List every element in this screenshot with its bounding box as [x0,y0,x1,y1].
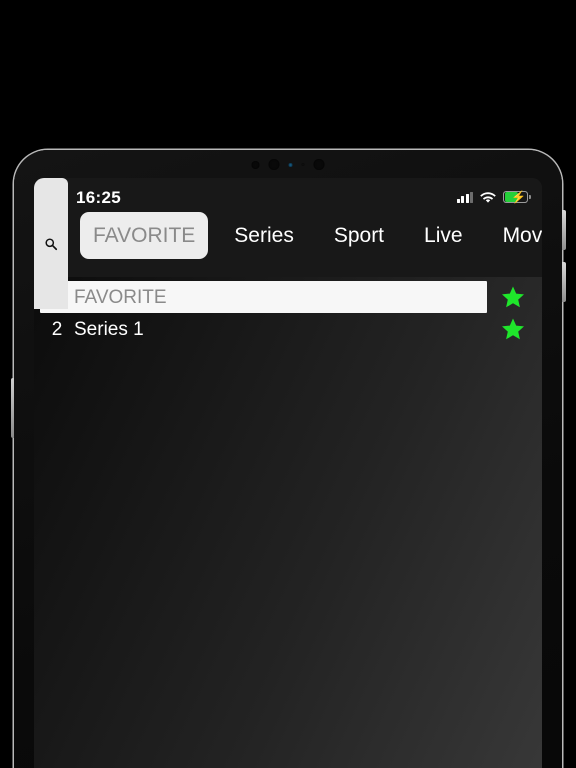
device-frame: 16:25 ⚡ FAVORITE Series Sport Live Mov F… [10,150,566,768]
power-button[interactable] [10,378,14,438]
cellular-bars-icon [457,191,473,203]
camera-sensor-array [251,159,325,170]
tab-live[interactable]: Live [404,225,483,246]
screenshot-root: 16:25 ⚡ FAVORITE Series Sport Live Mov F… [0,0,576,768]
camera-lens-icon [251,160,260,169]
volume-up-button[interactable] [562,210,566,250]
search-button[interactable] [34,178,68,309]
battery-charging-icon: ⚡ [503,191,531,204]
wifi-icon [480,191,496,203]
tab-favorite[interactable]: FAVORITE [80,211,209,259]
tab-movie[interactable]: Movie [483,225,542,246]
device-screen: 16:25 ⚡ FAVORITE Series Sport Live Mov F… [34,178,542,768]
search-icon [44,237,58,251]
table-row[interactable]: 1 FAVORITE [34,281,542,313]
volume-down-button[interactable] [562,262,566,302]
favorite-star-icon[interactable] [501,317,525,341]
channel-list[interactable]: 1 FAVORITE 2 Series 1 [34,277,542,768]
row-number: 2 [51,318,63,340]
tab-series[interactable]: Series [214,225,314,246]
category-tabbar[interactable]: FAVORITE Series Sport Live Movie R [34,204,542,266]
camera-lens-icon [313,159,325,170]
status-indicators: ⚡ [457,191,531,204]
app-header: 16:25 ⚡ FAVORITE Series Sport Live Mov [34,178,542,309]
camera-lens-icon [268,159,280,170]
tab-sport[interactable]: Sport [314,225,404,246]
sensor-blue-icon [288,162,293,167]
row-label: FAVORITE [74,286,167,308]
sensor-dot-icon [301,163,305,166]
row-label: Series 1 [74,318,144,340]
favorite-star-icon[interactable] [501,285,525,309]
status-clock: 16:25 [76,187,121,207]
table-row[interactable]: 2 Series 1 [34,313,542,345]
